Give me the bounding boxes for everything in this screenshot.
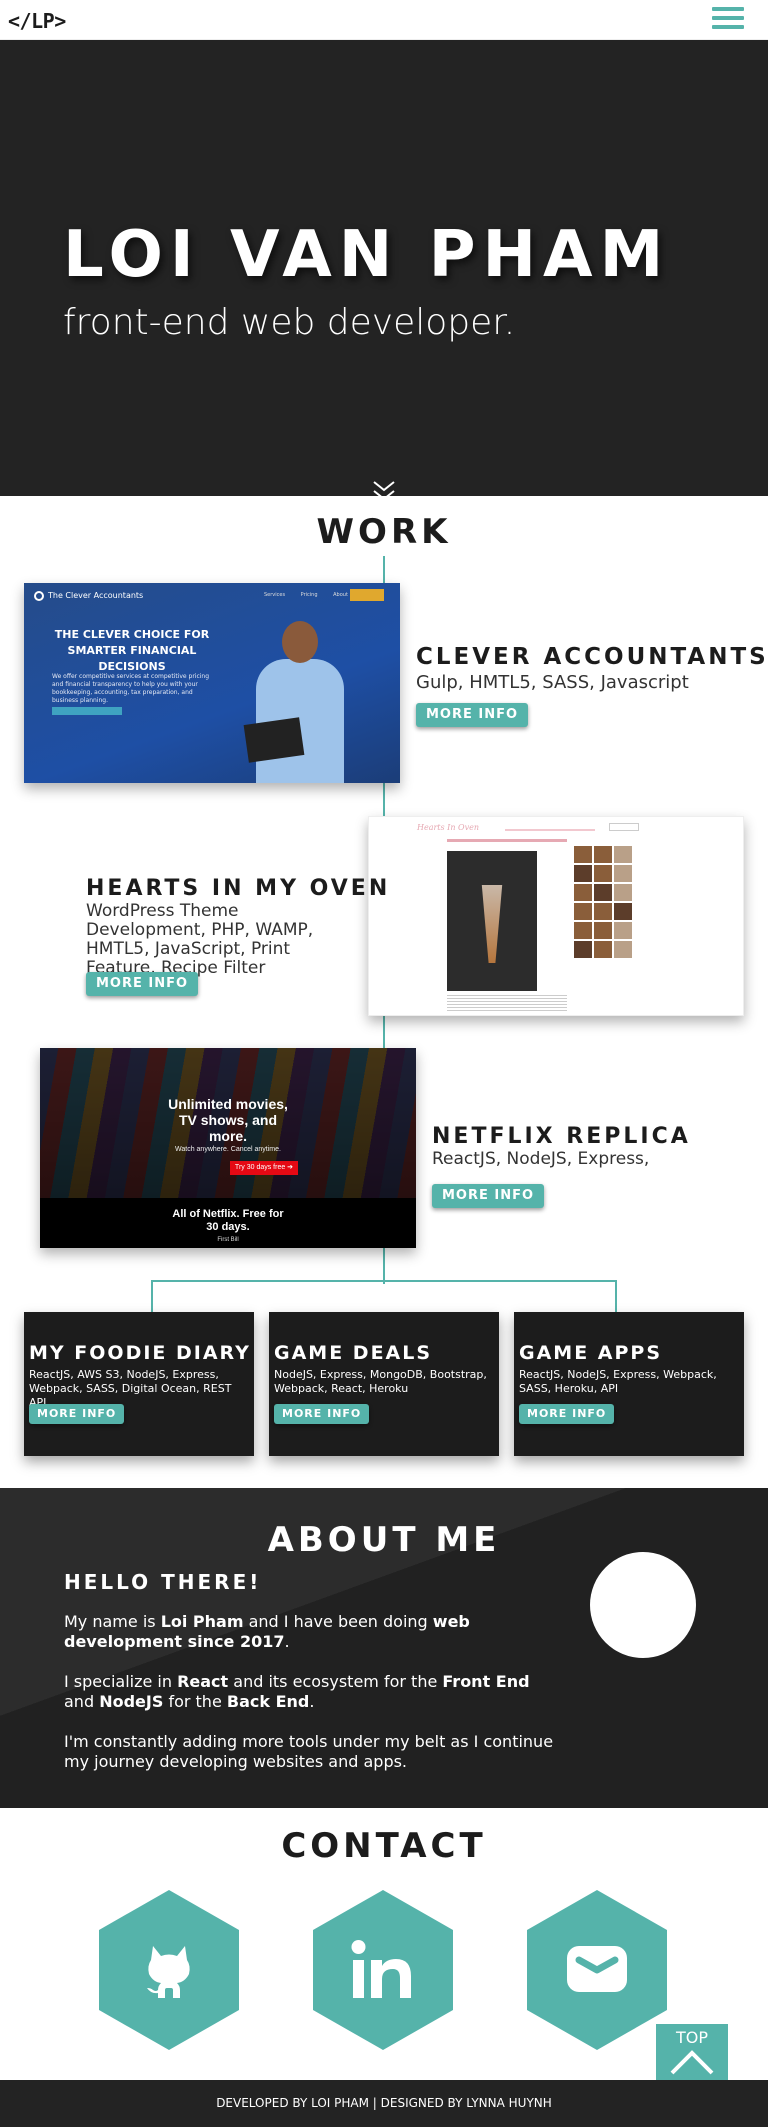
linkedin-link[interactable] (313, 1890, 453, 2050)
chevron-up-icon (670, 2050, 714, 2075)
top-nav: </LP> (0, 0, 768, 40)
project-tech: Gulp, HMTL5, SASS, Javascript (416, 672, 689, 693)
top-label: TOP (675, 2028, 708, 2047)
footer-credits: DEVELOPED BY LOI PHAM | DESIGNED BY LYNN… (216, 2096, 552, 2110)
hero-tagline: front-end web developer. (63, 302, 516, 343)
card-title: MY FOODIE DIARY (29, 1342, 251, 1364)
logo-initials: LP (31, 9, 55, 33)
footer: DEVELOPED BY LOI PHAM | DESIGNED BY LYNN… (0, 2080, 768, 2127)
card-tech: ReactJS, NodeJS, Express, Webpack, SASS,… (519, 1368, 717, 1395)
github-icon (147, 1946, 190, 1998)
more-info-button[interactable]: MORE INFO (519, 1404, 615, 1424)
linkedin-icon (351, 1940, 411, 1998)
email-link[interactable] (527, 1890, 667, 2050)
timeline-branch (152, 1280, 616, 1282)
work-title: WORK (316, 512, 452, 552)
mail-icon (567, 1946, 627, 1992)
about-section: ABOUT ME HELLO THERE! My name is Loi Pha… (0, 1488, 768, 1808)
project-title: NETFLIX REPLICA (432, 1124, 691, 1149)
about-paragraph-1: My name is Loi Pham and I have been doin… (64, 1612, 470, 1651)
project-tech: ReactJS, NodeJS, Express, (432, 1149, 650, 1169)
card-title: GAME APPS (519, 1342, 663, 1364)
more-info-button[interactable]: MORE INFO (274, 1404, 370, 1424)
logo-bracket-left: </ (8, 9, 32, 33)
hamburger-icon[interactable] (712, 7, 744, 31)
logo-bracket-right: > (54, 9, 66, 33)
avatar (590, 1552, 696, 1658)
more-info-button[interactable]: MORE INFO (86, 972, 199, 996)
project-screenshot-hearts-in-my-oven[interactable]: Hearts In Oven (368, 816, 744, 1016)
double-chevron-down-icon[interactable] (372, 480, 396, 502)
project-screenshot-clever-accountants[interactable]: The Clever Accountants Services Pricing … (24, 583, 400, 783)
github-link[interactable] (99, 1890, 239, 2050)
contact-title: CONTACT (281, 1826, 487, 1866)
more-info-button[interactable]: MORE INFO (432, 1184, 545, 1208)
about-paragraph-2: I specialize in React and its ecosystem … (64, 1672, 530, 1711)
project-card-game-apps[interactable]: GAME APPS ReactJS, NodeJS, Express, Webp… (514, 1312, 744, 1456)
project-screenshot-netflix-replica[interactable]: Unlimited movies, TV shows, and more. Wa… (40, 1048, 416, 1248)
more-info-button[interactable]: MORE INFO (416, 703, 529, 727)
project-card-game-deals[interactable]: GAME DEALS NodeJS, Express, MongoDB, Boo… (269, 1312, 499, 1456)
hero-section: LOI VAN PHAM front-end web developer. (0, 40, 768, 501)
about-paragraph-3: I'm constantly adding more tools under m… (64, 1732, 554, 1771)
site-logo[interactable]: </LP> (8, 9, 66, 33)
card-tech: NodeJS, Express, MongoDB, Bootstrap, Web… (274, 1368, 487, 1395)
about-hello: HELLO THERE! (64, 1570, 262, 1594)
project-title: HEARTS IN MY OVEN (86, 876, 391, 901)
card-title: GAME DEALS (274, 1342, 433, 1364)
project-card-my-foodie-diary[interactable]: MY FOODIE DIARY ReactJS, AWS S3, NodeJS,… (24, 1312, 254, 1456)
project-title: CLEVER ACCOUNTANTS (416, 644, 768, 670)
project-tech: WordPress Theme Development, PHP, WAMP, … (86, 901, 314, 978)
more-info-button[interactable]: MORE INFO (29, 1404, 125, 1424)
hero-name: LOI VAN PHAM (63, 218, 671, 292)
